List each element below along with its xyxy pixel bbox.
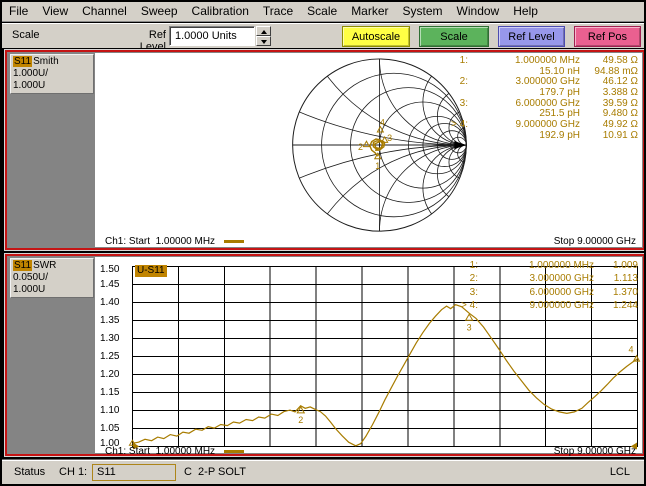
marker-readout-cell: 1.113 xyxy=(594,273,638,286)
upper-trace-parameter-badge: S11 xyxy=(13,56,32,67)
lower-trace-format-label: SWR xyxy=(33,260,56,271)
upper-trace-info-box: S11Smith 1.000U/ 1.000U xyxy=(10,54,94,94)
svg-text:3: 3 xyxy=(467,322,472,332)
marker-readout-cell: > 4: xyxy=(434,120,468,131)
y-axis-tick: 1.15 xyxy=(100,388,126,398)
menu-item-marker[interactable]: Marker xyxy=(344,2,395,21)
svg-text:2: 2 xyxy=(298,415,303,425)
lower-trace-window[interactable]: S11SWR 0.050U/ 1.000U 2 3 4 1.50 1.45 1.40 1.… xyxy=(5,254,645,456)
marker-readout-cell xyxy=(434,131,468,142)
swr-marker-readout: 1:1.000000 MHz1.0092:3.000000 GHz1.1133:… xyxy=(444,260,638,314)
ref-level-spinner xyxy=(256,26,271,46)
swr-plot-area: 2 3 4 1.50 1.45 1.40 1.35 1.30 1.25 1.20 1.15 1.10… xyxy=(95,257,642,453)
marker-readout-row: > 4:9.000000 GHz1.244 xyxy=(444,300,638,313)
autoscale-button[interactable]: Autoscale xyxy=(342,26,410,47)
menu-item-system[interactable]: System xyxy=(396,2,450,21)
menu-item-scale[interactable]: Scale xyxy=(300,2,344,21)
lcl-indicator: LCL xyxy=(610,466,630,478)
marker-readout-cell: 1.370 xyxy=(594,287,638,300)
marker-readout-cell: 1.009 xyxy=(594,260,638,273)
marker-readout-cell: 3: xyxy=(444,287,478,300)
toolbar: Scale Ref Level 1.0000 Units Autoscale Sc… xyxy=(2,23,644,48)
marker-readout-cell: 6.000000 GHz xyxy=(478,287,594,300)
marker-readout-cell: 3.000000 GHz xyxy=(478,273,594,286)
y-axis-tick: 1.50 xyxy=(100,265,126,275)
lower-trace-ref-value: 1.000U xyxy=(13,284,91,296)
menu-item-trace[interactable]: Trace xyxy=(256,2,300,21)
lower-start-frequency-label: Ch1: Start 1.00000 MHz xyxy=(105,446,215,457)
svg-text:2: 2 xyxy=(358,142,363,152)
y-axis-tick: 1.25 xyxy=(100,352,126,362)
scale-button[interactable]: Scale xyxy=(419,26,489,47)
marker-readout-cell: 1.000000 MHz xyxy=(478,260,594,273)
y-axis-tick: 1.35 xyxy=(100,316,126,326)
cal-status-label: C 2-P SOLT xyxy=(184,466,246,478)
menu-item-channel[interactable]: Channel xyxy=(75,2,134,21)
marker-readout-row: 1:1.000000 MHz1.009 xyxy=(444,260,638,273)
marker-readout-cell: 3: xyxy=(434,99,468,110)
marker-readout-row: 3:6.000000 GHz1.370 xyxy=(444,287,638,300)
marker-readout-cell: 192.9 pH xyxy=(468,131,580,142)
marker-readout-cell: 1: xyxy=(444,260,478,273)
ref-level-button[interactable]: Ref Level xyxy=(498,26,565,47)
y-axis-tick: 1.40 xyxy=(100,298,126,308)
menu-item-help[interactable]: Help xyxy=(506,2,545,21)
lower-trace-color-dash xyxy=(224,450,244,453)
upper-stop-frequency-label: Stop 9.00000 GHz xyxy=(554,236,636,247)
scale-mode-label: Scale xyxy=(12,29,40,41)
svg-text:3: 3 xyxy=(387,133,392,143)
marker-readout-cell: 2: xyxy=(444,273,478,286)
y-axis-tick: 1.05 xyxy=(100,424,126,434)
menu-item-window[interactable]: Window xyxy=(450,2,507,21)
lower-stop-frequency-label: Stop 9.00000 GHz xyxy=(554,446,636,457)
ref-level-input[interactable]: 1.0000 Units xyxy=(169,26,255,46)
marker-readout-cell: > 4: xyxy=(444,300,478,313)
application-window: FileViewChannelSweepCalibrationTraceScal… xyxy=(0,0,646,486)
upper-trace-scale-value: 1.000U/ xyxy=(13,68,91,80)
upper-trace-window[interactable]: S11Smith 1.000U/ 1.000U 1 2 34 1:1.000000 … xyxy=(5,50,645,250)
channel-label: CH 1: xyxy=(59,466,87,478)
chevron-down-icon xyxy=(261,40,267,44)
lower-trace-scale-value: 0.050U/ xyxy=(13,272,91,284)
menu-bar: FileViewChannelSweepCalibrationTraceScal… xyxy=(2,2,644,22)
menu-item-view[interactable]: View xyxy=(35,2,75,21)
marker-readout-cell: 1.244 xyxy=(594,300,638,313)
status-bar: Status CH 1: S11 C 2-P SOLT LCL xyxy=(2,460,644,484)
svg-text:1: 1 xyxy=(375,161,380,171)
upper-trace-ref-value: 1.000U xyxy=(13,80,91,92)
measurement-box: S11 xyxy=(92,464,176,481)
y-axis-tick: 1.30 xyxy=(100,334,126,344)
smith-chart-area: 1 2 34 1:1.000000 MHz49.58 Ω15.10 nH94.88 … xyxy=(95,53,642,247)
ref-pos-button[interactable]: Ref Pos xyxy=(574,26,641,47)
marker-readout-cell: 2: xyxy=(434,77,468,88)
marker-readout-row: 2:3.000000 GHz1.113 xyxy=(444,273,638,286)
y-axis-tick: 1.20 xyxy=(100,370,126,380)
trace-name-badge: U-S11 xyxy=(135,265,167,277)
spinner-down-button[interactable] xyxy=(256,36,271,46)
upper-trace-format-label: Smith xyxy=(33,56,59,67)
menu-item-file[interactable]: File xyxy=(2,2,35,21)
upper-trace-color-dash xyxy=(224,240,244,243)
spinner-up-button[interactable] xyxy=(256,26,271,36)
marker-readout-cell: 10.91 Ω xyxy=(580,131,638,142)
menu-item-calibration[interactable]: Calibration xyxy=(185,2,256,21)
marker-readout-cell: 9.000000 GHz xyxy=(478,300,594,313)
y-axis-tick: 1.45 xyxy=(100,280,126,290)
marker-readout-cell: 1: xyxy=(434,56,468,67)
svg-text:4: 4 xyxy=(380,118,385,128)
toolbar-buttons: Autoscale Scale Ref Level Ref Pos xyxy=(342,26,641,47)
marker-readout-row: 192.9 pH10.91 Ω xyxy=(434,131,638,142)
status-label: Status xyxy=(14,466,45,478)
lower-trace-parameter-badge: S11 xyxy=(13,260,32,271)
upper-start-frequency-label: Ch1: Start 1.00000 MHz xyxy=(105,236,215,247)
svg-text:4: 4 xyxy=(629,345,634,355)
chevron-up-icon xyxy=(261,30,267,34)
smith-marker-readout: 1:1.000000 MHz49.58 Ω15.10 nH94.88 mΩ2:3… xyxy=(434,56,638,142)
y-axis-tick: 1.10 xyxy=(100,406,126,416)
lower-trace-info-box: S11SWR 0.050U/ 1.000U xyxy=(10,258,94,298)
menu-item-sweep[interactable]: Sweep xyxy=(134,2,185,21)
